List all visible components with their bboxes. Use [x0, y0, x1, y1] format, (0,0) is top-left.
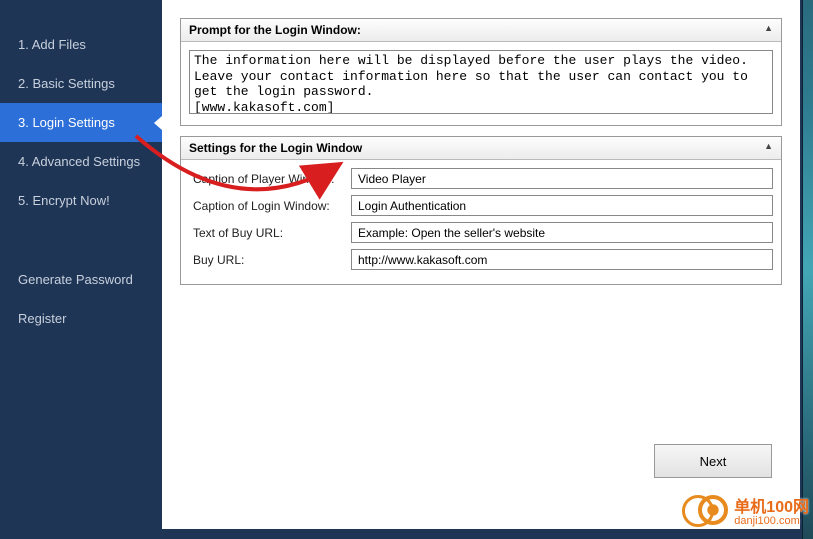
prompt-textarea[interactable] [189, 50, 773, 114]
bottom-border [0, 529, 800, 534]
label-caption-login: Caption of Login Window: [189, 199, 351, 213]
label-buy-text: Text of Buy URL: [189, 226, 351, 240]
next-button[interactable]: Next [654, 444, 772, 478]
input-buy-text[interactable] [351, 222, 773, 243]
row-buy-text: Text of Buy URL: [189, 222, 773, 243]
sidebar-item-register[interactable]: Register [0, 299, 162, 338]
input-caption-player[interactable] [351, 168, 773, 189]
row-buy-url: Buy URL: [189, 249, 773, 270]
sidebar-item-basic-settings[interactable]: 2. Basic Settings [0, 64, 162, 103]
collapse-icon[interactable]: ▲ [764, 23, 773, 33]
label-caption-player: Caption of Player Window: [189, 172, 351, 186]
sidebar-item-encrypt-now[interactable]: 5. Encrypt Now! [0, 181, 162, 220]
prompt-panel: Prompt for the Login Window: ▲ [180, 18, 782, 126]
row-caption-login: Caption of Login Window: [189, 195, 773, 216]
sidebar-item-login-settings[interactable]: 3. Login Settings [0, 103, 162, 142]
sidebar-item-generate-password[interactable]: Generate Password [0, 260, 162, 299]
input-buy-url[interactable] [351, 249, 773, 270]
sidebar-item-add-files[interactable]: 1. Add Files [0, 25, 162, 64]
input-caption-login[interactable] [351, 195, 773, 216]
sidebar-item-advanced-settings[interactable]: 4. Advanced Settings [0, 142, 162, 181]
row-caption-player: Caption of Player Window: [189, 168, 773, 189]
prompt-panel-title: Prompt for the Login Window: [189, 23, 361, 37]
prompt-panel-header[interactable]: Prompt for the Login Window: ▲ [181, 19, 781, 42]
sidebar: 1. Add Files 2. Basic Settings 3. Login … [0, 0, 162, 534]
settings-panel: Settings for the Login Window ▲ Caption … [180, 136, 782, 285]
app-window: 1. Add Files 2. Basic Settings 3. Login … [0, 0, 800, 534]
label-buy-url: Buy URL: [189, 253, 351, 267]
collapse-icon[interactable]: ▲ [764, 141, 773, 151]
settings-panel-header[interactable]: Settings for the Login Window ▲ [181, 137, 781, 160]
main-panel: Prompt for the Login Window: ▲ Settings … [162, 0, 800, 534]
settings-panel-title: Settings for the Login Window [189, 141, 362, 155]
desktop-edge [802, 0, 813, 539]
